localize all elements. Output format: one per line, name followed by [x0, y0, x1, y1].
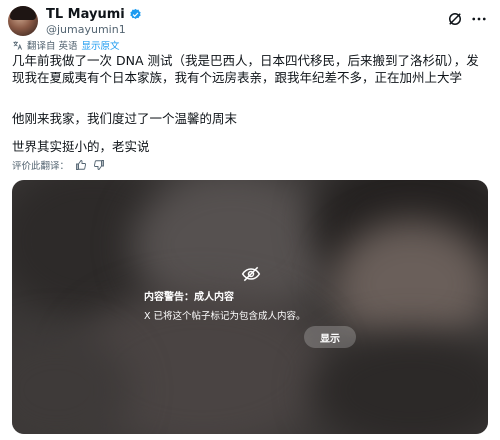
post-paragraph-1: 几年前我做了一次 DNA 测试（我是巴西人，日本四代移民，后来搬到了洛杉矶），发…	[12, 53, 479, 85]
translation-bar: 翻译自 英语 显示原文	[12, 38, 120, 52]
post-paragraph-2: 他刚来我家，我们度过了一个温馨的周末	[12, 111, 238, 126]
verified-badge-icon	[130, 8, 141, 19]
author-handle[interactable]: @jumayumin1	[46, 23, 126, 36]
rate-translation-label: 评价此翻译：	[12, 161, 70, 172]
grok-icon[interactable]	[446, 10, 464, 28]
post-header: TL Mayumi @jumayumin1	[8, 6, 492, 36]
author-display-name[interactable]: TL Mayumi	[46, 7, 125, 22]
thumbs-down-icon[interactable]	[93, 159, 105, 171]
translate-icon	[13, 40, 23, 50]
content-warning-title: 内容警告：成人内容	[144, 292, 234, 303]
show-original-link[interactable]: 显示原文	[82, 38, 120, 52]
avatar[interactable]	[8, 6, 38, 36]
show-media-button[interactable]: 显示	[304, 326, 356, 348]
thumbs-up-icon[interactable]	[75, 159, 87, 171]
rate-translation-row: 评价此翻译：	[12, 158, 105, 172]
eye-slash-icon	[241, 266, 261, 282]
post-paragraph-3: 世界其实挺小的，老实说	[12, 139, 150, 154]
more-options-icon[interactable]	[470, 10, 488, 28]
translated-from-label: 翻译自 英语	[27, 41, 78, 52]
sensitive-media[interactable]: 内容警告：成人内容 X 已将这个帖子标记为包含成人内容。 显示	[12, 180, 488, 434]
content-warning-description: X 已将这个帖子标记为包含成人内容。	[144, 311, 306, 322]
author-name-row: TL Mayumi	[46, 7, 142, 22]
